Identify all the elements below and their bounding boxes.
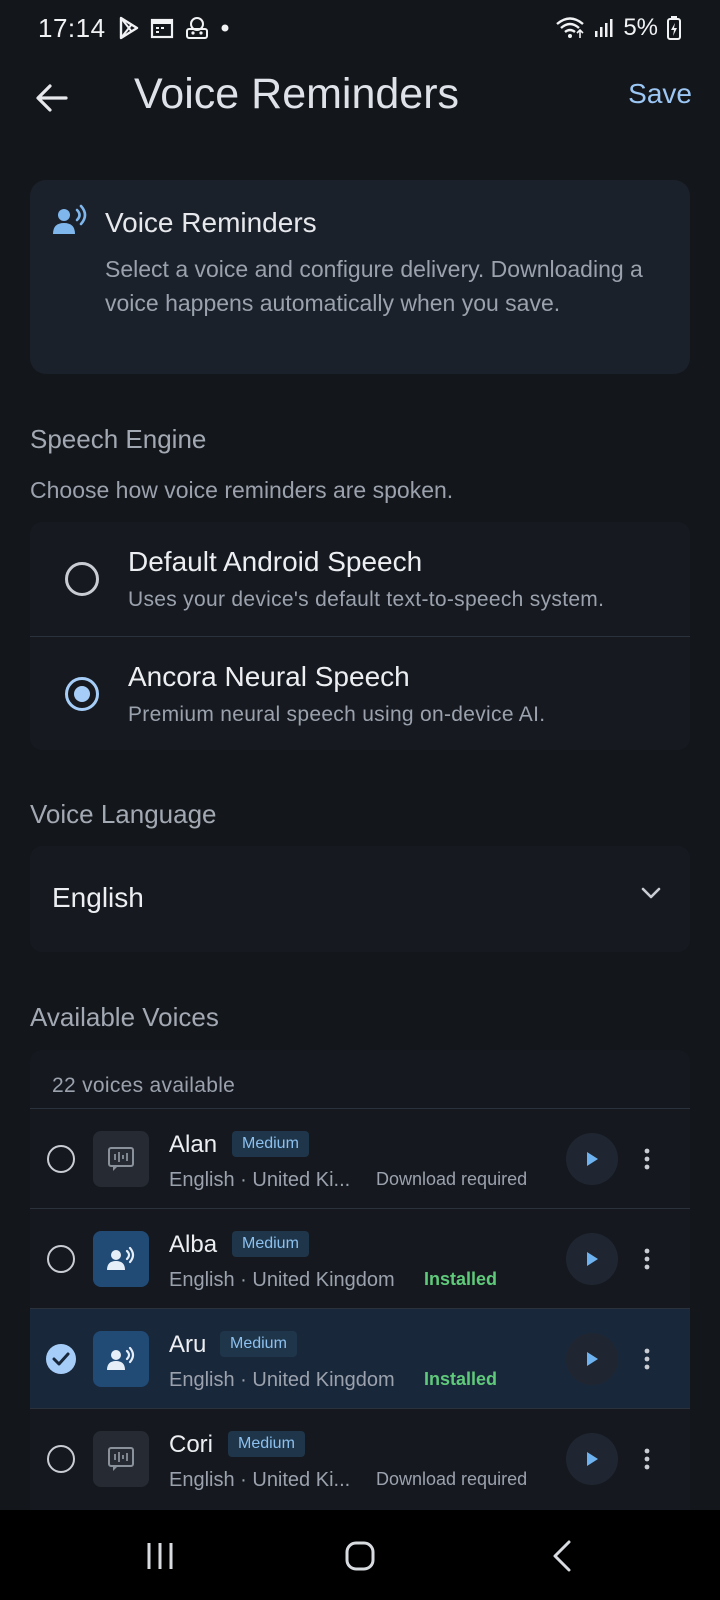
- status-bar: 17:14 5%: [0, 0, 720, 56]
- voice-row-cori[interactable]: Cori Medium English · United Ki... Downl…: [30, 1408, 690, 1508]
- app-bar: Voice Reminders Save: [0, 56, 720, 140]
- page-title: Voice Reminders: [134, 70, 460, 118]
- voice-person-icon: [53, 204, 87, 234]
- save-button[interactable]: Save: [628, 78, 692, 110]
- voice-avatar: [93, 1131, 149, 1187]
- radio-button[interactable]: [65, 562, 99, 596]
- engine-option-subtitle: Uses your device's default text-to-speec…: [128, 588, 605, 611]
- back-chevron-icon: [553, 1540, 571, 1572]
- battery-icon: [667, 16, 681, 40]
- more-options-button[interactable]: [630, 1439, 664, 1479]
- speech-engine-options: Default Android Speech Uses your device'…: [30, 522, 690, 750]
- home-icon: [345, 1541, 375, 1571]
- voice-row-alan[interactable]: Alan Medium English · United Ki... Downl…: [30, 1108, 690, 1208]
- more-options-button[interactable]: [630, 1139, 664, 1179]
- calendar-icon: [150, 18, 173, 39]
- available-voices-heading: Available Voices: [30, 1002, 219, 1032]
- more-vertical-icon: [644, 1348, 650, 1370]
- quality-badge: Medium: [228, 1431, 305, 1457]
- voice-meta: English · United Ki...: [169, 1169, 351, 1191]
- engine-option-ancora-neural[interactable]: Ancora Neural Speech Premium neural spee…: [30, 636, 690, 750]
- recent-apps-button[interactable]: [130, 1534, 190, 1578]
- voice-meta: English · United Ki...: [169, 1469, 351, 1491]
- engine-option-title: Ancora Neural Speech: [128, 661, 410, 692]
- more-options-button[interactable]: [630, 1339, 664, 1379]
- voice-person-icon: [107, 1346, 135, 1370]
- status-time: 17:14: [38, 12, 106, 43]
- voice-status: Installed: [424, 1369, 498, 1389]
- play-preview-button[interactable]: [566, 1233, 618, 1285]
- play-store-icon: [119, 16, 138, 40]
- more-vertical-icon: [644, 1448, 650, 1470]
- voice-name: Aru: [169, 1331, 207, 1358]
- voice-status: Download required: [376, 1169, 528, 1189]
- speech-engine-subtitle: Choose how voice reminders are spoken.: [30, 477, 454, 503]
- play-preview-button[interactable]: [566, 1133, 618, 1185]
- voice-person-icon: [107, 1246, 135, 1270]
- voices-count: 22 voices available: [52, 1074, 236, 1097]
- quality-badge: Medium: [232, 1231, 309, 1257]
- voice-row-alba[interactable]: Alba Medium English · United Kingdom Ins…: [30, 1208, 690, 1308]
- engine-option-default-android[interactable]: Default Android Speech Uses your device'…: [30, 522, 690, 636]
- quality-badge: Medium: [232, 1131, 309, 1157]
- voice-meta: English · United Kingdom: [169, 1369, 395, 1391]
- voice-status: Download required: [376, 1469, 528, 1489]
- voice-avatar: [93, 1331, 149, 1387]
- more-options-button[interactable]: [630, 1239, 664, 1279]
- quality-badge: Medium: [220, 1331, 297, 1357]
- radio-button[interactable]: [47, 1245, 75, 1273]
- waveform-icon: [108, 1447, 134, 1471]
- voice-language-value: English: [52, 882, 144, 913]
- status-system-icons: 5%: [555, 14, 682, 42]
- voice-language-heading: Voice Language: [30, 799, 217, 829]
- play-preview-button[interactable]: [566, 1433, 618, 1485]
- robot-icon: [185, 17, 208, 39]
- play-icon: [587, 1152, 598, 1166]
- play-icon: [587, 1252, 598, 1266]
- info-card-title: Voice Reminders: [105, 207, 317, 238]
- chevron-down-icon: [641, 887, 661, 899]
- system-navigation-bar: [0, 1510, 720, 1600]
- recent-apps-icon: [147, 1543, 173, 1569]
- more-vertical-icon: [644, 1148, 650, 1170]
- more-vertical-icon: [644, 1248, 650, 1270]
- play-icon: [587, 1452, 598, 1466]
- waveform-icon: [108, 1147, 134, 1171]
- voice-language-dropdown[interactable]: English: [30, 846, 690, 952]
- radio-button[interactable]: [47, 1145, 75, 1173]
- voice-avatar: [93, 1431, 149, 1487]
- voice-name: Alba: [169, 1231, 218, 1258]
- voice-name: Alan: [169, 1131, 218, 1158]
- voice-status: Installed: [424, 1269, 498, 1289]
- signal-icon: [595, 19, 613, 37]
- voice-name: Cori: [169, 1431, 214, 1458]
- voice-row-aru[interactable]: Aru Medium English · United Kingdom Inst…: [30, 1308, 690, 1408]
- voice-meta: English · United Kingdom: [169, 1269, 395, 1291]
- speech-engine-heading: Speech Engine: [30, 424, 207, 454]
- back-button[interactable]: [22, 68, 82, 128]
- radio-button[interactable]: [47, 1445, 75, 1473]
- engine-option-title: Default Android Speech: [128, 546, 423, 577]
- play-icon: [587, 1352, 598, 1366]
- radio-button-selected[interactable]: [65, 677, 99, 711]
- info-card-description: Select a voice and configure delivery. D…: [105, 256, 643, 316]
- wifi-icon: [556, 17, 585, 38]
- voice-avatar: [93, 1231, 149, 1287]
- system-back-button[interactable]: [532, 1534, 592, 1578]
- notification-dot-icon: [221, 24, 229, 32]
- home-button[interactable]: [330, 1534, 390, 1578]
- play-preview-button[interactable]: [566, 1333, 618, 1385]
- battery-percent: 5%: [623, 14, 658, 41]
- status-notification-icons: [118, 16, 230, 40]
- arrow-left-icon: [36, 84, 68, 112]
- engine-option-subtitle: Premium neural speech using on-device AI…: [128, 703, 546, 726]
- info-card: Voice Reminders Select a voice and confi…: [30, 180, 690, 374]
- voices-list: 22 voices available Alan Medium English …: [30, 1050, 690, 1510]
- selected-check-icon[interactable]: [46, 1344, 76, 1374]
